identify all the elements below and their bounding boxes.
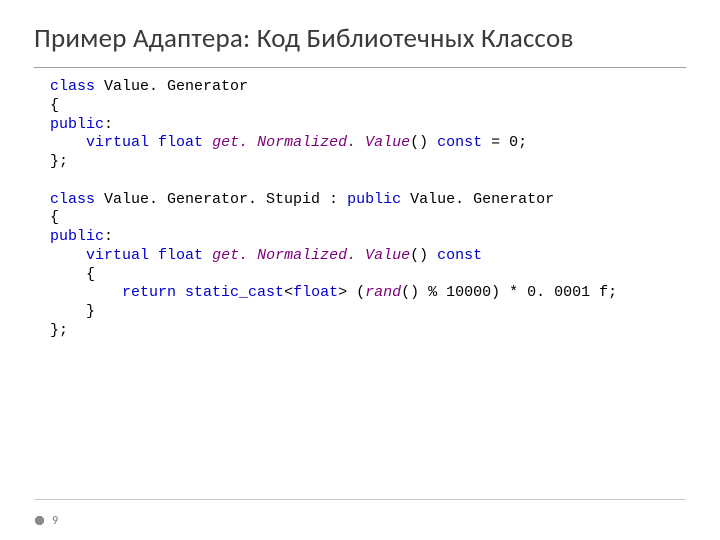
code-text <box>203 134 212 151</box>
code-text: }; <box>50 322 68 339</box>
footer-divider <box>34 499 686 500</box>
kw-float: float <box>293 284 338 301</box>
code-text: : <box>104 228 113 245</box>
code-text: () <box>410 247 437 264</box>
code-text: { <box>50 266 95 283</box>
kw-const: const <box>437 247 482 264</box>
kw-public: public <box>347 191 401 208</box>
kw-float: float <box>158 134 203 151</box>
kw-class: class <box>50 78 95 95</box>
slide: Пример Адаптера: Код Библиотечных Классо… <box>0 0 720 540</box>
code-text: Value. Generator <box>95 78 248 95</box>
kw-virtual: virtual <box>86 247 149 264</box>
kw-public: public <box>50 228 104 245</box>
kw-virtual: virtual <box>86 134 149 151</box>
code-text: = 0; <box>482 134 527 151</box>
code-text <box>149 134 158 151</box>
code-text: } <box>50 303 95 320</box>
code-text: : <box>104 116 113 133</box>
func-rand: rand <box>365 284 401 301</box>
kw-float: float <box>158 247 203 264</box>
code-text <box>203 247 212 264</box>
title-wrap: Пример Адаптера: Код Библиотечных Классо… <box>0 0 720 61</box>
code-text: { <box>50 97 59 114</box>
func-name: get. Normalized. Value <box>212 134 410 151</box>
code-text: () % 10000) * 0. 0001 f; <box>401 284 617 301</box>
code-indent <box>50 247 86 264</box>
kw-const: const <box>437 134 482 151</box>
code-text <box>176 284 185 301</box>
code-text: Value. Generator <box>401 191 554 208</box>
code-text: }; <box>50 153 68 170</box>
code-text: { <box>50 209 59 226</box>
kw-class: class <box>50 191 95 208</box>
code-text: > ( <box>338 284 365 301</box>
code-text: < <box>284 284 293 301</box>
code-indent <box>50 284 122 301</box>
code-block: class Value. Generator { public: virtual… <box>0 68 720 341</box>
page-number: 9 <box>52 514 58 528</box>
code-text: Value. Generator. Stupid : <box>95 191 347 208</box>
code-text <box>149 247 158 264</box>
kw-return: return <box>122 284 176 301</box>
kw-static-cast: static_cast <box>185 284 284 301</box>
bullet-icon <box>34 515 44 525</box>
code-text: () <box>410 134 437 151</box>
kw-public: public <box>50 116 104 133</box>
slide-title: Пример Адаптера: Код Библиотечных Классо… <box>34 22 686 55</box>
code-indent <box>50 134 86 151</box>
func-name: get. Normalized. Value <box>212 247 410 264</box>
